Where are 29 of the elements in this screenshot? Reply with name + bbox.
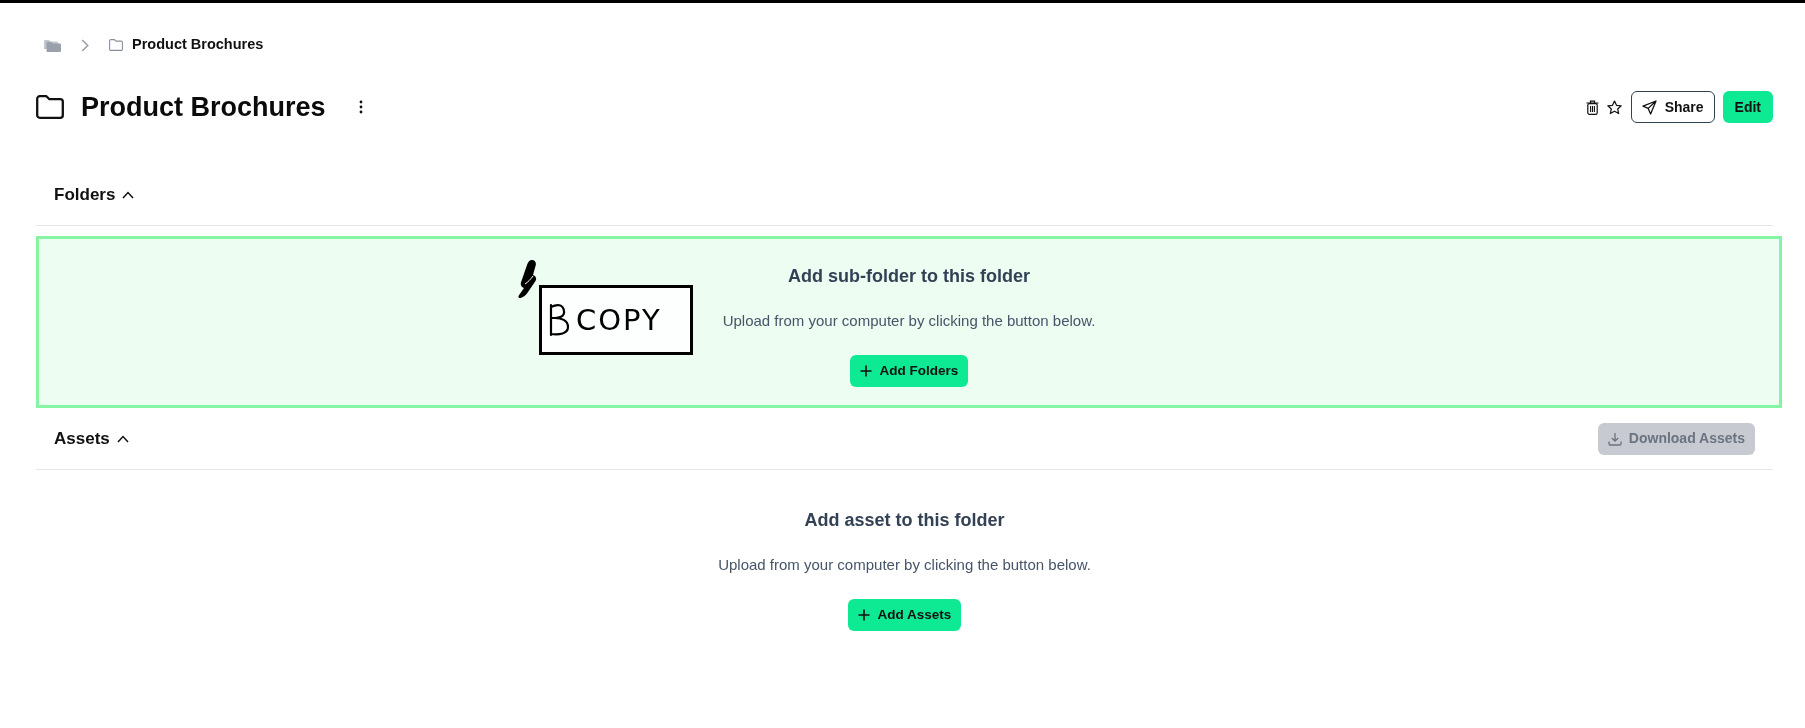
chevron-right-icon [81,38,89,52]
cursor-icon [516,259,539,299]
folder-icon [36,95,64,119]
plus-icon [859,365,872,377]
section-title[interactable]: Assets [54,425,110,452]
share-button[interactable]: Share [1630,91,1715,123]
scribble-icon [548,303,572,337]
star-icon[interactable] [1606,99,1622,115]
upload-hint: Upload from your computer by clicking the button below. [718,555,1091,575]
copy-label: COPY [576,305,662,335]
edit-button[interactable]: Edit [1722,91,1773,123]
drop-zone[interactable]: Add sub-folder to this folder Upload from your computer by clicking the button below. Add Folders COPY [36,236,1782,408]
page-title: Product Brochures [81,90,326,124]
chevron-up-icon[interactable] [116,434,129,443]
add-assets-button[interactable]: Add Assets [847,599,962,631]
section-heading: Add sub-folder to this folder [788,265,1030,288]
trash-icon[interactable] [1585,99,1599,115]
plus-icon [857,609,870,621]
download-icon [1607,431,1622,446]
breadcrumb-current[interactable]: Product Brochures [132,34,264,56]
folder-icon [109,39,123,51]
add-folders-button[interactable]: Add Folders [849,355,969,387]
send-icon [1641,99,1657,115]
upload-hint: Upload from your computer by clicking the button below. [722,311,1096,331]
folders-icon[interactable] [44,38,61,52]
more-options-icon[interactable] [358,100,363,114]
section-title[interactable]: Folders [54,181,116,208]
section-heading: Add asset to this folder [804,509,1005,532]
chevron-up-icon[interactable] [122,190,135,199]
